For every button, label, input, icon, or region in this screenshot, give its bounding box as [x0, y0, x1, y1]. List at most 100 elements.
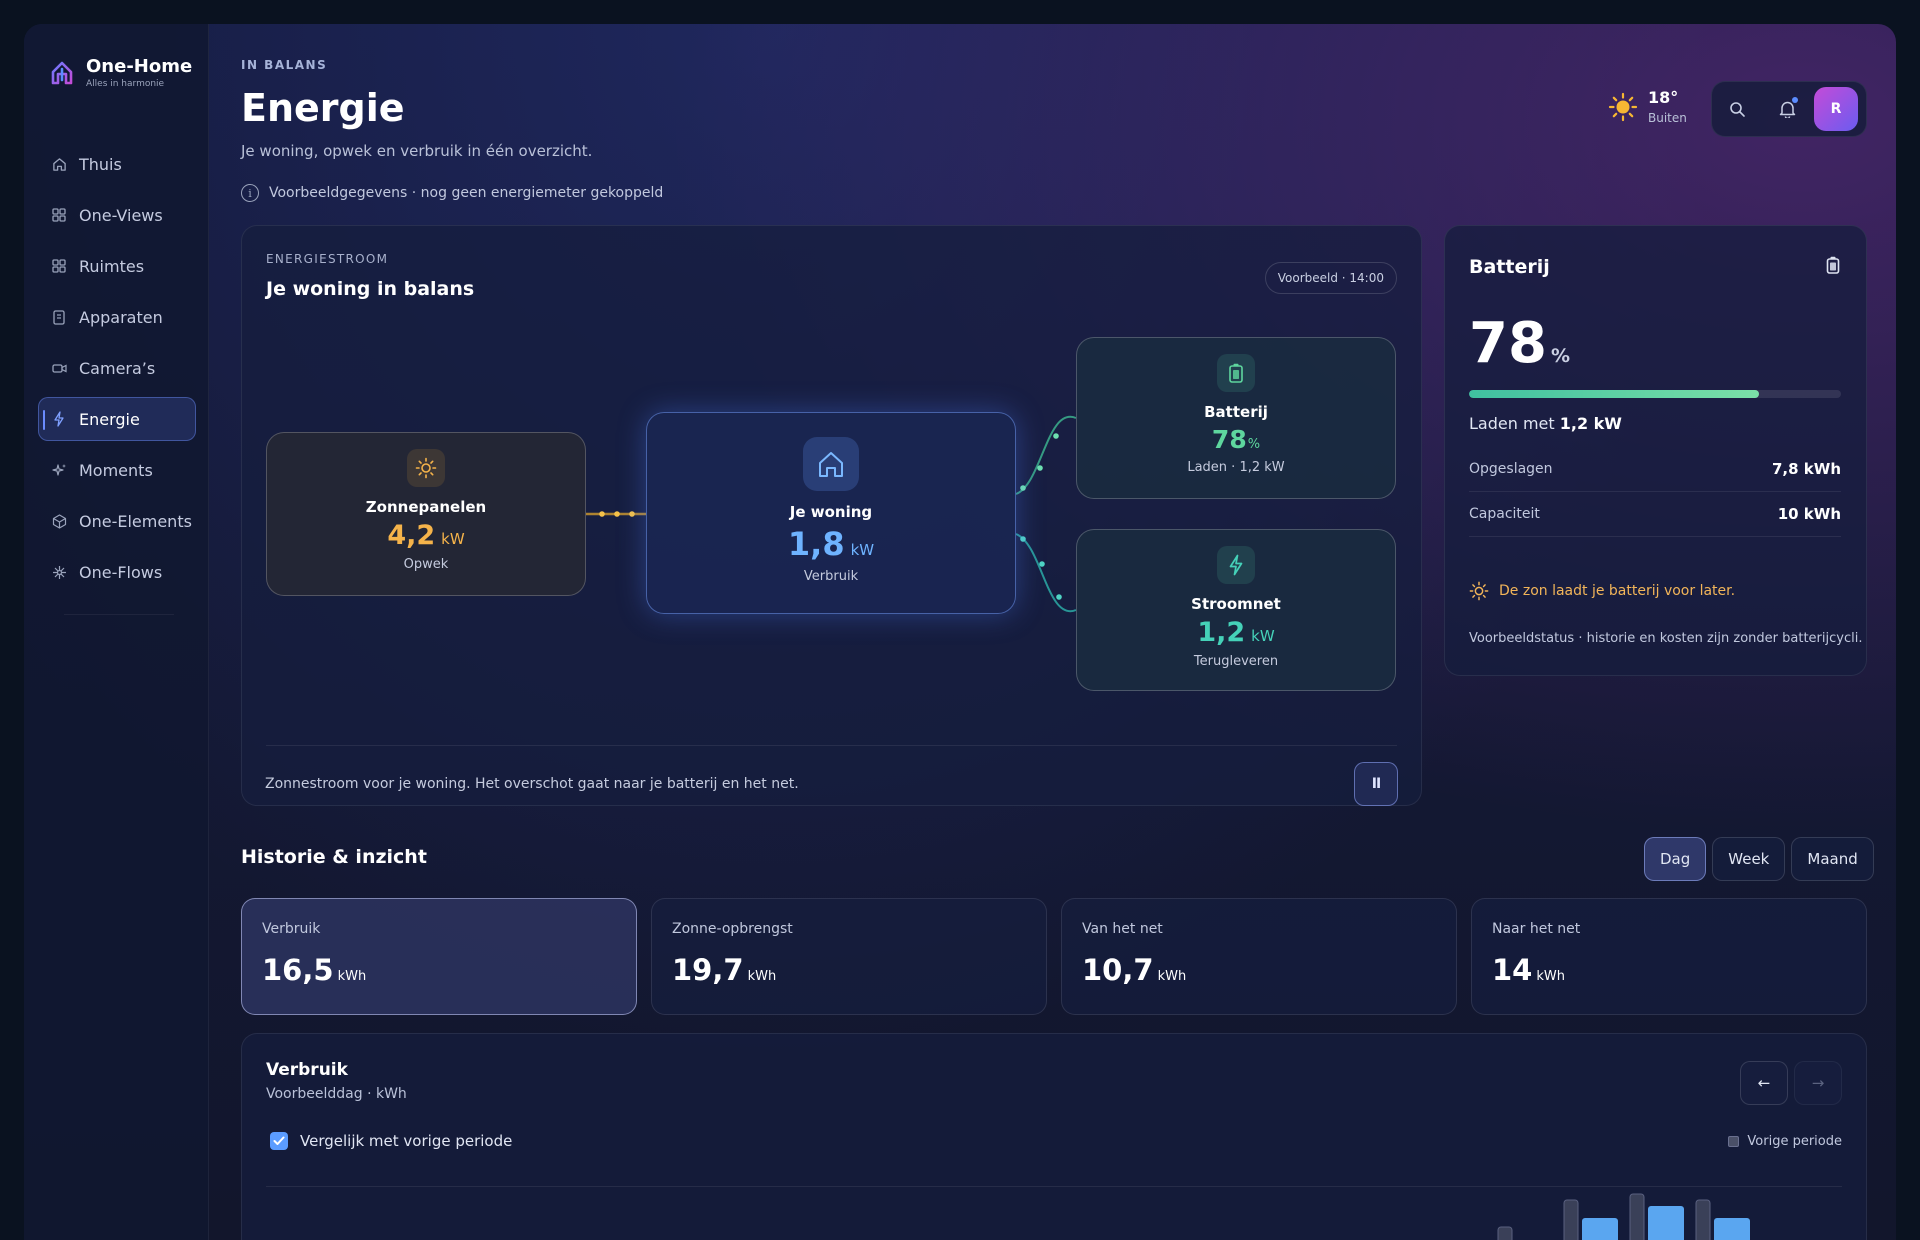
sidebar-item-one-flows[interactable]: One-Flows	[38, 550, 196, 594]
battery-flow-dot	[1037, 465, 1043, 471]
usage-chart-card: Verbruik Voorbeelddag · kWh ← → Vergelij…	[241, 1033, 1867, 1240]
battery-note: Voorbeeldstatus · historie en kosten zij…	[1469, 631, 1863, 646]
stat-card-verbruik[interactable]: Verbruik 16,5 kWh	[241, 898, 637, 1015]
stat-label: Zonne-opbrengst	[672, 921, 793, 937]
sidebar-item-cameras[interactable]: Camera’s	[38, 346, 196, 390]
sidebar-item-label: One-Flows	[79, 562, 163, 582]
battery-node[interactable]: Batterij 78% Laden · 1,2 kW	[1076, 337, 1396, 499]
sidebar-item-moments[interactable]: Moments	[38, 448, 196, 492]
sidebar-item-apparaten[interactable]: Apparaten	[38, 295, 196, 339]
stat-value: 19,7 kWh	[672, 953, 776, 987]
home-value-unit: kW	[850, 541, 875, 559]
battery-flow-dot	[1053, 433, 1059, 439]
grid-icon	[51, 258, 67, 274]
sidebar-item-thuis[interactable]: Thuis	[38, 142, 196, 186]
flow-divider	[266, 745, 1397, 746]
solar-value: 4,2 kW	[387, 520, 464, 551]
sun-icon	[1608, 92, 1638, 121]
battery-card: Batterij 78% Laden met 1,2 kW Opgeslagen…	[1444, 225, 1867, 676]
home-node[interactable]: Je woning 1,8 kW Verbruik	[646, 412, 1016, 614]
bar-previous-period[interactable]	[1695, 1199, 1711, 1240]
flow-description: Zonnestroom voor je woning. Het overscho…	[265, 776, 799, 792]
sidebar-item-label: Moments	[79, 460, 153, 480]
battery-detail: Laden · 1,2 kW	[1187, 460, 1285, 475]
sidebar-item-label: Ruimtes	[79, 256, 145, 276]
stat-value-number: 10,7	[1082, 953, 1154, 987]
weather-widget: 18° Buiten	[1608, 88, 1687, 125]
bolt-icon	[51, 411, 67, 427]
bar-current-period[interactable]	[1582, 1218, 1618, 1240]
bar-current-period[interactable]	[1714, 1218, 1750, 1240]
notification-dot	[1792, 97, 1798, 103]
sidebar-item-one-views[interactable]: One-Views	[38, 193, 196, 237]
compare-toggle[interactable]: Vergelijk met vorige periode	[270, 1132, 512, 1150]
compare-checkbox[interactable]	[270, 1132, 288, 1150]
camera-icon	[51, 360, 67, 376]
sun-icon	[407, 449, 445, 487]
bar-previous-period[interactable]	[1563, 1199, 1579, 1240]
battery-value-unit: %	[1247, 437, 1261, 452]
home-to-battery-line	[1015, 415, 1077, 495]
bar-previous-period[interactable]	[1497, 1226, 1513, 1240]
battery-capacity-value: 10 kWh	[1777, 505, 1841, 523]
history-title: Historie & inzicht	[241, 846, 427, 868]
sidebar-item-label: Camera’s	[79, 358, 156, 378]
search-icon	[1729, 101, 1745, 117]
bar-previous-period[interactable]	[1629, 1193, 1645, 1240]
home-icon	[51, 156, 67, 172]
notifications-button[interactable]	[1762, 88, 1812, 130]
battery-percentage-number: 78	[1469, 311, 1547, 376]
brand[interactable]: One-Home Alles in harmonie	[48, 56, 192, 89]
one-home-logo-icon	[51, 61, 73, 84]
stat-card-naar-het-net[interactable]: Naar het net 14 kWh	[1471, 898, 1867, 1015]
grid-flow-dot	[1039, 561, 1045, 567]
stat-value-unit: kWh	[747, 969, 777, 984]
grid-node[interactable]: Stroomnet 1,2 kW Terugleveren	[1076, 529, 1396, 691]
stat-card-zonne-opbrengst[interactable]: Zonne-opbrengst 19,7 kWh	[651, 898, 1047, 1015]
stat-value-unit: kWh	[1536, 969, 1565, 984]
period-tabs: Dag Week Maand	[1644, 837, 1874, 881]
usage-chart-subtitle: Voorbeelddag · kWh	[266, 1086, 407, 1102]
stat-label: Naar het net	[1492, 921, 1581, 937]
sidebar-item-ruimtes[interactable]: Ruimtes	[38, 244, 196, 288]
app-window: One-Home Alles in harmonie Thuis One-Vie…	[24, 24, 1896, 1240]
bar-current-period[interactable]	[1648, 1206, 1684, 1240]
avatar[interactable]: R	[1814, 87, 1858, 131]
stat-card-van-het-net[interactable]: Van het net 10,7 kWh	[1061, 898, 1457, 1015]
sidebar: One-Home Alles in harmonie Thuis One-Vie…	[24, 24, 209, 1240]
stat-label: Verbruik	[262, 921, 321, 937]
check-icon	[273, 1136, 285, 1145]
tab-week[interactable]: Week	[1712, 837, 1786, 881]
pause-animation-button[interactable]: II	[1354, 762, 1398, 806]
stat-value-number: 14	[1492, 953, 1533, 987]
usage-bar-chart	[1497, 1193, 1750, 1240]
home-to-grid-line	[1015, 533, 1077, 613]
sidebar-item-label: Thuis	[79, 154, 122, 174]
grid-detail: Terugleveren	[1193, 654, 1279, 669]
battery-capacity-label: Capaciteit	[1469, 506, 1540, 522]
home-name: Je woning	[789, 503, 873, 521]
search-button[interactable]	[1712, 88, 1762, 130]
next-period-button[interactable]: →	[1794, 1061, 1842, 1105]
sidebar-nav: Thuis One-Views Ruimtes Apparaten Camera…	[38, 142, 196, 601]
sidebar-item-one-elements[interactable]: One-Elements	[38, 499, 196, 543]
sidebar-item-label: One-Views	[79, 205, 163, 225]
sidebar-item-energie[interactable]: Energie	[38, 397, 196, 441]
battery-card-title: Batterij	[1469, 256, 1550, 278]
sample-data-text: Voorbeeldgegevens · nog geen energiemete…	[269, 185, 664, 201]
battery-icon	[1217, 354, 1255, 392]
balance-status: IN BALANS	[241, 58, 328, 72]
battery-icon	[1826, 256, 1840, 274]
tab-maand[interactable]: Maand	[1791, 837, 1874, 881]
previous-period-button[interactable]: ←	[1740, 1061, 1788, 1105]
tab-dag[interactable]: Dag	[1644, 837, 1707, 881]
bolt-icon	[1217, 546, 1255, 584]
stat-value-number: 16,5	[262, 953, 334, 987]
device-icon	[51, 309, 67, 325]
header-actions: R	[1711, 81, 1867, 137]
energy-flow-card: ENERGIESTROOM Je woning in balans Voorbe…	[241, 225, 1422, 806]
solar-node[interactable]: Zonnepanelen 4,2 kW Opwek	[266, 432, 586, 596]
flow-icon	[51, 564, 67, 580]
battery-level-fill	[1469, 390, 1760, 398]
battery-charge-rate: 1,2 kW	[1559, 414, 1622, 433]
